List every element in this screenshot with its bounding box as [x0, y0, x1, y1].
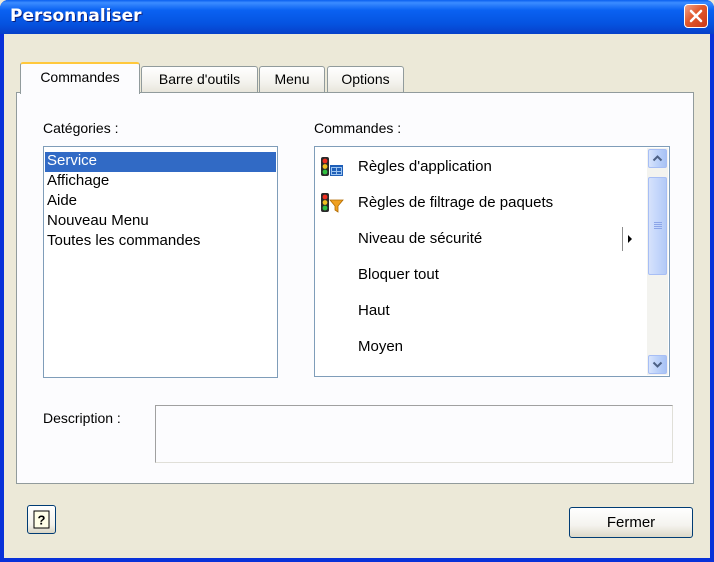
window-title: Personnaliser	[10, 6, 142, 26]
help-question-icon: ?	[33, 510, 50, 529]
description-label: Description :	[43, 410, 121, 426]
packet-filter-icon	[321, 193, 344, 213]
submenu-arrow-icon	[628, 235, 632, 243]
scroll-down-button[interactable]	[648, 355, 667, 374]
application-rules-icon	[321, 157, 343, 176]
command-label: Bloquer tout	[358, 266, 439, 283]
grip-line	[654, 226, 662, 227]
tab-menu[interactable]: Menu	[259, 66, 325, 92]
svg-text:?: ?	[38, 513, 46, 528]
list-item[interactable]: Service	[45, 152, 276, 172]
divider	[622, 227, 623, 251]
list-item[interactable]: Toutes les commandes	[45, 232, 276, 252]
commands-list[interactable]: Règles d'application Règles de filtrage …	[314, 146, 670, 377]
chevron-up-icon	[652, 155, 663, 162]
list-item[interactable]: Nouveau Menu	[45, 212, 276, 232]
list-item[interactable]: Affichage	[45, 172, 276, 192]
tab-label: Commandes	[40, 69, 120, 85]
close-icon	[689, 9, 703, 23]
command-label: Niveau de sécurité	[358, 230, 483, 247]
command-item[interactable]: Haut	[315, 293, 645, 329]
tab-commandes[interactable]: Commandes	[20, 62, 140, 94]
command-label: Règles d'application	[358, 158, 492, 175]
commands-scrollbar[interactable]	[647, 148, 668, 375]
command-item[interactable]: Règles de filtrage de paquets	[315, 185, 645, 221]
command-item[interactable]: Bloquer tout	[315, 257, 645, 293]
title-bar[interactable]: Personnaliser	[0, 0, 714, 34]
close-window-button[interactable]	[684, 4, 708, 28]
command-label: Haut	[358, 302, 390, 319]
command-item[interactable]: Moyen	[315, 329, 645, 365]
description-box	[155, 405, 673, 463]
tab-label: Options	[341, 71, 390, 87]
chevron-down-icon	[652, 361, 663, 368]
list-item[interactable]: Aide	[45, 192, 276, 212]
command-label: Moyen	[358, 338, 404, 355]
command-item-submenu[interactable]: Niveau de sécurité	[315, 221, 645, 257]
commands-label: Commandes :	[314, 120, 402, 136]
categories-list[interactable]: Service Affichage Aide Nouveau Menu Tout…	[43, 146, 278, 378]
tab-label: Menu	[274, 71, 310, 87]
categories-label: Catégories :	[43, 120, 119, 136]
tab-label: Barre d'outils	[158, 71, 241, 87]
close-button[interactable]: Fermer	[569, 507, 693, 538]
tab-barre-outils[interactable]: Barre d'outils	[141, 66, 258, 92]
grip-line	[654, 222, 662, 223]
grip-line	[654, 228, 662, 229]
grip-line	[654, 224, 662, 225]
scroll-thumb[interactable]	[648, 177, 667, 275]
command-label: Règles de filtrage de paquets	[358, 194, 554, 211]
scroll-up-button[interactable]	[648, 149, 667, 168]
command-item[interactable]: Règles d'application	[315, 149, 645, 185]
tab-options[interactable]: Options	[327, 66, 404, 92]
help-button[interactable]: ?	[27, 505, 56, 534]
